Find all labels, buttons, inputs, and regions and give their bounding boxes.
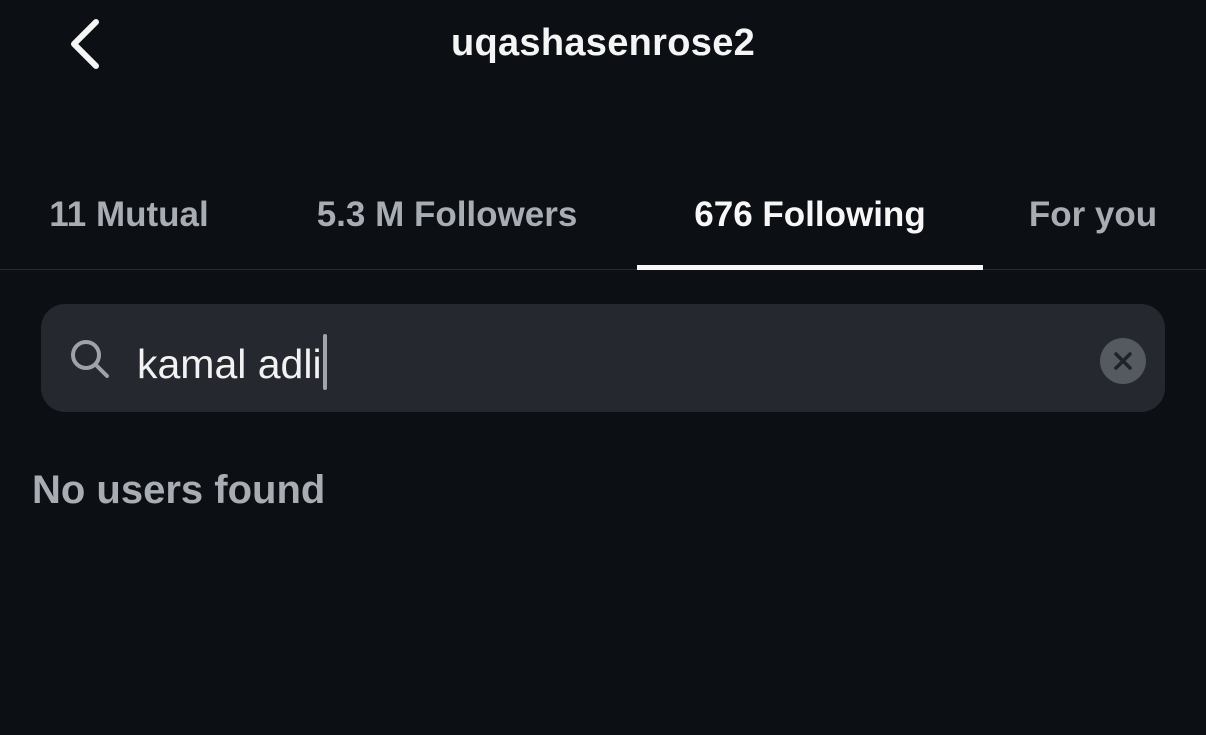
top-bar: uqashasenrose2 (0, 0, 1206, 90)
clear-search-button[interactable] (1100, 338, 1146, 384)
search-icon (71, 340, 109, 378)
search-bar[interactable]: kamal adli (41, 304, 1165, 412)
tab-bar: 11 Mutual 5.3 M Followers 676 Following … (0, 160, 1206, 270)
text-cursor (322, 334, 327, 390)
tab-mutual[interactable]: 11 Mutual (20, 160, 238, 269)
page-title: uqashasenrose2 (450, 22, 756, 64)
search-input-value: kamal adli (137, 341, 322, 387)
following-screen: uqashasenrose2 11 Mutual 5.3 M Followers… (0, 0, 1206, 735)
empty-results-message: No users found (32, 468, 326, 512)
clear-icon (1114, 352, 1132, 370)
search-input[interactable]: kamal adli (137, 334, 327, 390)
tab-followers[interactable]: 5.3 M Followers (290, 160, 604, 269)
tab-following[interactable]: 676 Following (637, 160, 983, 270)
tab-for-you[interactable]: For you (1010, 160, 1176, 269)
